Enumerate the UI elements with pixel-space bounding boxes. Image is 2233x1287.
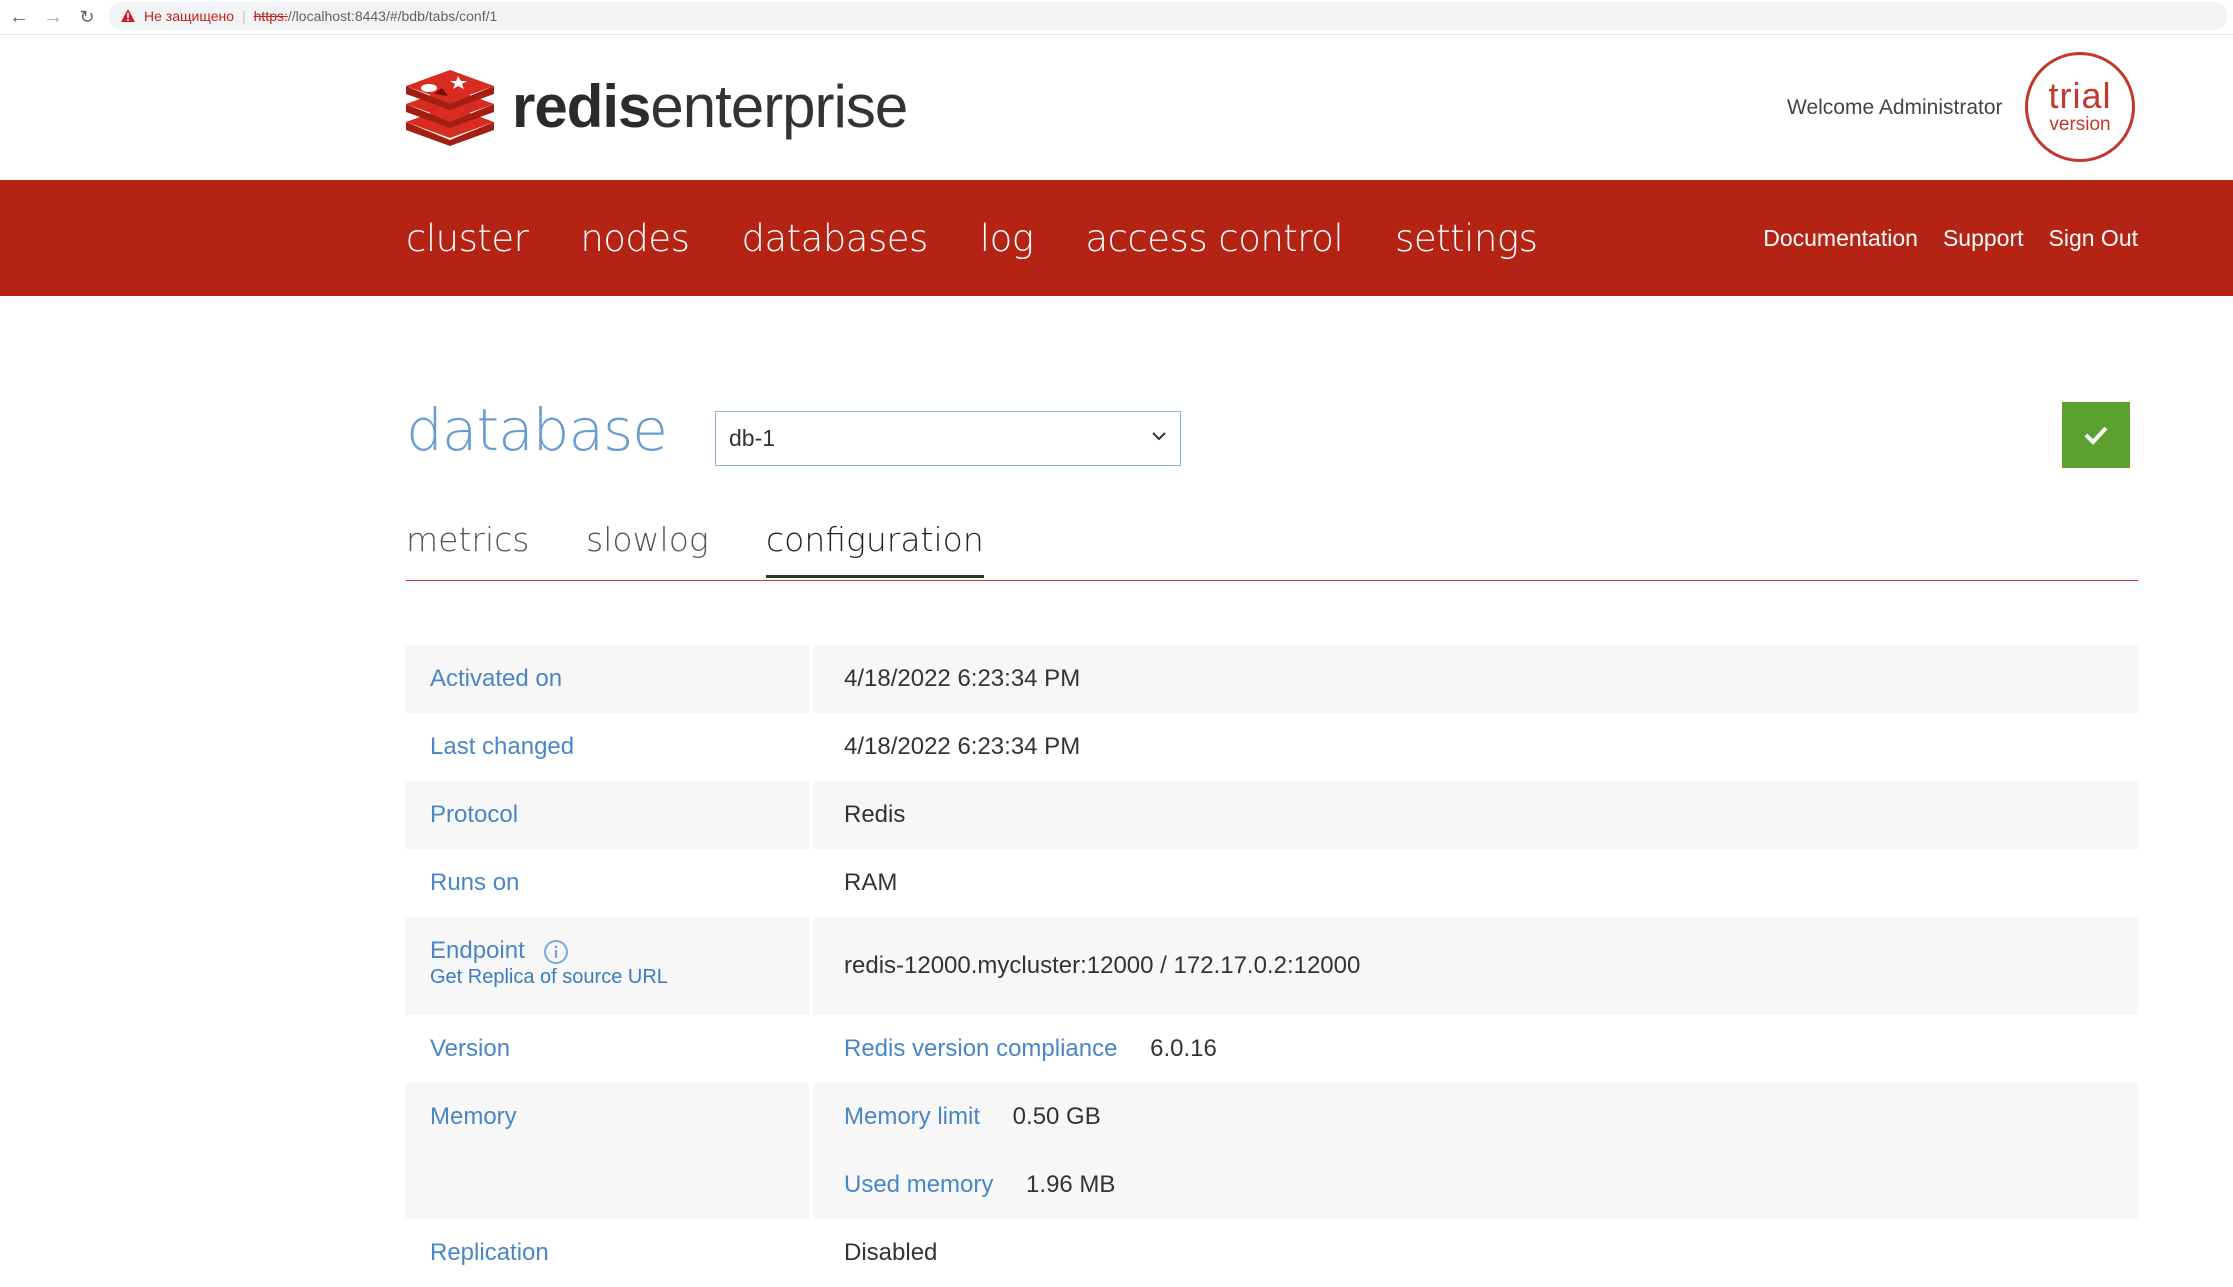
- nav-databases[interactable]: databases: [741, 217, 928, 260]
- welcome-text: Welcome Administrator: [1787, 96, 2003, 119]
- config-row-endpoint: Endpoint Get Replica of source URL redis…: [405, 917, 2138, 1015]
- row-value: Redis version compliance 6.0.16: [813, 1015, 2138, 1083]
- row-value: redis-12000.mycluster:12000 / 172.17.0.2…: [813, 917, 2138, 1015]
- row-label: Protocol: [405, 781, 809, 849]
- primary-nav: cluster nodes databases log access contr…: [406, 180, 1589, 296]
- address-bar[interactable]: Не защищено | https: //localhost:8443/#/…: [108, 2, 2228, 30]
- config-row-memory: Memory Memory limit 0.50 GB Used memory …: [405, 1083, 2138, 1219]
- nav-access-control[interactable]: access control: [1085, 217, 1343, 260]
- database-select[interactable]: db-1: [715, 411, 1181, 466]
- forward-icon[interactable]: →: [38, 2, 68, 32]
- nav-cluster[interactable]: cluster: [406, 217, 529, 260]
- status-ok-button[interactable]: [2062, 402, 2130, 468]
- page-title: database: [406, 396, 668, 464]
- get-replica-url-link[interactable]: Get Replica of source URL: [430, 965, 809, 989]
- active-tab-indicator: [766, 575, 984, 578]
- documentation-link[interactable]: Documentation: [1763, 225, 1918, 252]
- used-memory-value: 1.96 MB: [1026, 1171, 1116, 1198]
- row-label: Replication: [430, 1239, 549, 1266]
- config-row-runs-on: Runs on RAM: [405, 849, 2138, 917]
- configuration-table: Activated on 4/18/2022 6:23:34 PM Last c…: [405, 645, 2138, 1287]
- used-memory-label: Used memory: [844, 1171, 994, 1198]
- endpoint-label: Endpoint: [430, 937, 525, 964]
- row-value: RAM: [844, 869, 898, 896]
- version-label: version: [2049, 114, 2111, 135]
- checkmark-icon: [2084, 426, 2108, 445]
- nav-nodes[interactable]: nodes: [580, 217, 690, 260]
- database-select-value: db-1: [729, 425, 776, 451]
- info-icon[interactable]: [543, 939, 569, 965]
- secondary-nav: Documentation Support Sign Out: [1738, 180, 2138, 296]
- support-link[interactable]: Support: [1943, 225, 2024, 252]
- browser-toolbar: ← → ↻ Не защищено | https: //localhost:8…: [0, 0, 2233, 35]
- config-row-replication: Replication Disabled: [405, 1219, 2138, 1287]
- memory-limit-value: 0.50 GB: [1012, 1103, 1101, 1130]
- reload-icon[interactable]: ↻: [72, 2, 102, 32]
- sign-out-link[interactable]: Sign Out: [2049, 225, 2139, 252]
- memory-limit-line: Memory limit 0.50 GB: [844, 1083, 2138, 1151]
- trial-label: trial: [2048, 75, 2112, 116]
- row-label: Activated on: [405, 645, 809, 713]
- row-value: 4/18/2022 6:23:34 PM: [844, 733, 1081, 760]
- url-scheme: https:: [253, 8, 288, 24]
- main-navbar: cluster nodes databases log access contr…: [0, 180, 2233, 296]
- row-label: Endpoint Get Replica of source URL: [405, 917, 809, 1015]
- memory-limit-label: Memory limit: [844, 1103, 980, 1130]
- tab-configuration[interactable]: configuration: [766, 520, 984, 578]
- redis-enterprise-logo[interactable]: redisenterprise: [404, 66, 908, 146]
- back-icon[interactable]: ←: [4, 2, 34, 32]
- config-row-protocol: Protocol Redis: [405, 781, 2138, 849]
- config-row-version: Version Redis version compliance 6.0.16: [405, 1015, 2138, 1083]
- row-value: Redis: [813, 781, 2138, 849]
- warning-icon: [121, 9, 135, 22]
- logo-text: redisenterprise: [512, 72, 908, 140]
- chevron-down-icon: [1152, 432, 1166, 441]
- redis-logo-icon: [406, 70, 494, 146]
- config-row-activated: Activated on 4/18/2022 6:23:34 PM: [405, 645, 2138, 713]
- used-memory-line: Used memory 1.96 MB: [844, 1151, 2138, 1219]
- version-compliance-label: Redis version compliance: [844, 1035, 1118, 1062]
- config-row-last-changed: Last changed 4/18/2022 6:23:34 PM: [405, 713, 2138, 781]
- row-value: Disabled: [844, 1239, 938, 1266]
- row-label: Runs on: [430, 869, 520, 896]
- url-path: //localhost:8443/#/bdb/tabs/conf/1: [287, 8, 498, 24]
- nav-settings[interactable]: settings: [1395, 217, 1538, 260]
- row-value: 4/18/2022 6:23:34 PM: [813, 645, 2138, 713]
- row-label: Memory: [405, 1083, 809, 1219]
- tab-metrics[interactable]: metrics: [406, 520, 529, 559]
- row-label: Last changed: [430, 733, 575, 760]
- address-separator: |: [242, 8, 246, 24]
- row-value: Memory limit 0.50 GB Used memory 1.96 MB: [813, 1083, 2138, 1219]
- database-tabs: metrics slowlog configuration: [406, 520, 2138, 581]
- trial-badge: trial version: [2025, 52, 2135, 162]
- version-value: 6.0.16: [1150, 1035, 1217, 1062]
- security-label: Не защищено: [144, 8, 234, 24]
- row-label: Version: [430, 1035, 511, 1062]
- nav-log[interactable]: log: [980, 217, 1034, 260]
- tab-slowlog[interactable]: slowlog: [586, 520, 709, 559]
